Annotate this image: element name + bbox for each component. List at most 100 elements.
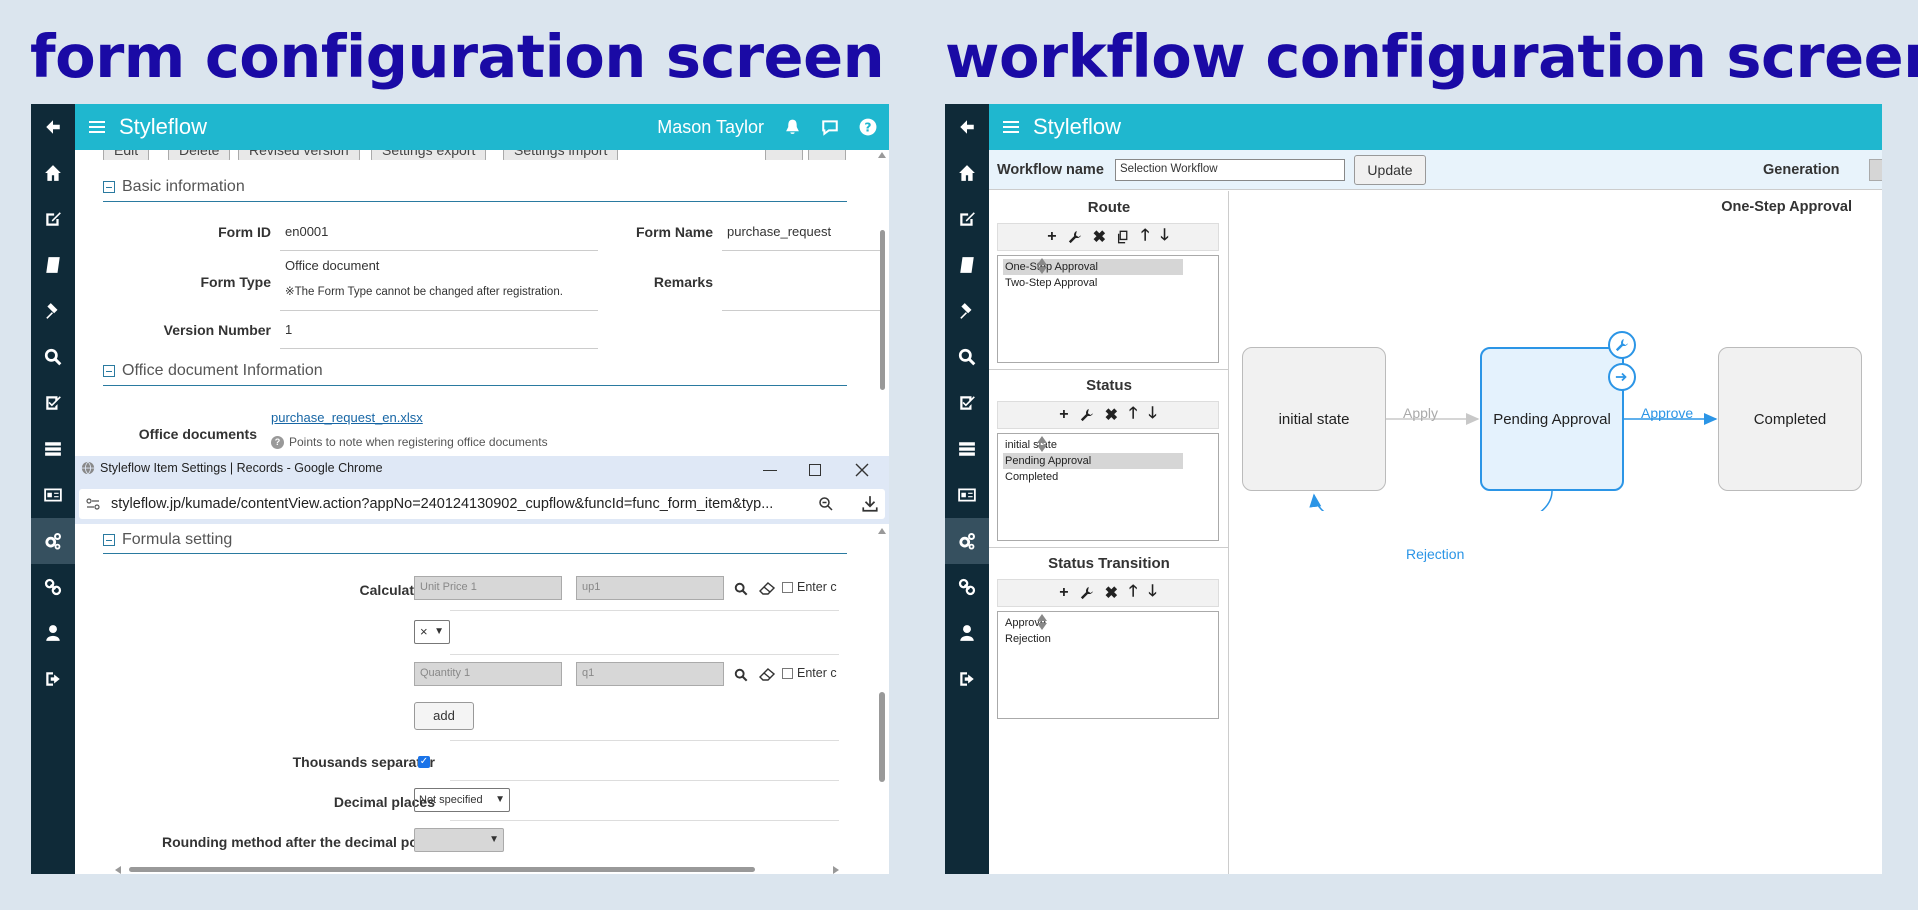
search-icon[interactable] [31, 334, 75, 380]
back-icon[interactable] [945, 104, 989, 150]
edge-label-approve[interactable]: Approve [1641, 405, 1693, 421]
node-pending-approval[interactable]: Pending Approval [1480, 347, 1624, 491]
operator-select[interactable]: × ▼ [414, 620, 450, 644]
scroll-thumb[interactable] [879, 692, 885, 782]
add-icon[interactable]: + [1059, 406, 1068, 424]
delete-icon[interactable]: ✖ [1105, 405, 1118, 425]
collapse-icon[interactable] [103, 364, 115, 377]
status-list[interactable]: initial state Pending Approval Completed [997, 433, 1219, 541]
server-icon[interactable] [945, 426, 989, 472]
decimal-select[interactable]: Not specified ▼ [414, 788, 510, 812]
id-card-icon[interactable] [31, 472, 75, 518]
back-icon[interactable] [31, 104, 75, 150]
enter-checkbox[interactable] [782, 581, 793, 593]
zoom-icon[interactable] [818, 496, 834, 512]
update-button[interactable]: Update [1354, 155, 1426, 185]
move-up-icon[interactable]: 🡑 [1141, 224, 1149, 251]
maximize-icon[interactable] [809, 464, 821, 476]
checklist-icon[interactable] [31, 380, 75, 426]
link-icon[interactable] [945, 564, 989, 610]
user-icon[interactable] [945, 610, 989, 656]
user-icon[interactable] [31, 610, 75, 656]
server-icon[interactable] [31, 426, 75, 472]
search-icon[interactable] [734, 582, 748, 596]
wrench-icon[interactable] [1080, 408, 1094, 422]
revised-version-button[interactable]: Revised version [238, 150, 360, 160]
delete-button[interactable]: Delete [168, 150, 231, 160]
gears-icon[interactable] [945, 518, 989, 564]
delete-icon[interactable]: ✖ [1105, 583, 1118, 603]
move-up-icon[interactable]: 🡑 [1129, 580, 1137, 607]
settings-import-button[interactable]: Settings import [503, 150, 619, 160]
enter-checkbox-row[interactable]: Enter c [782, 580, 872, 594]
copy-icon[interactable] [1117, 230, 1130, 244]
popup-hscrollbar[interactable] [115, 864, 839, 874]
gavel-icon[interactable] [31, 288, 75, 334]
office-doc-section[interactable]: Office document Information [103, 356, 847, 386]
calc2-name-field[interactable]: Quantity 1 [414, 662, 562, 686]
download-icon[interactable] [861, 495, 879, 513]
next-button[interactable] [808, 150, 846, 160]
site-settings-icon[interactable] [85, 496, 101, 512]
hscroll-thumb[interactable] [129, 867, 755, 872]
add-icon[interactable]: + [1047, 228, 1056, 246]
move-down-icon[interactable]: 🡓 [1148, 402, 1156, 429]
edit-icon[interactable] [31, 196, 75, 242]
edge-label-rejection[interactable]: Rejection [1406, 546, 1464, 562]
node-edit-button[interactable] [1608, 331, 1636, 359]
chat-icon[interactable] [821, 118, 839, 136]
add-button[interactable]: add [414, 702, 474, 730]
book-icon[interactable] [31, 242, 75, 288]
enter-checkbox[interactable] [782, 667, 793, 679]
info-icon[interactable]: ? [271, 435, 284, 449]
close-icon[interactable] [855, 463, 869, 477]
calc1-code-field[interactable]: up1 [576, 576, 724, 600]
formula-section[interactable]: Formula setting [103, 526, 847, 554]
eraser-icon[interactable] [759, 668, 775, 682]
user-name[interactable]: Mason Taylor [657, 117, 764, 138]
office-file-link[interactable]: purchase_request_en.xlsx [271, 410, 423, 425]
list-item[interactable]: Two-Step Approval [1003, 275, 1183, 291]
list-scrollbar[interactable] [1036, 614, 1216, 630]
enter-checkbox-row[interactable]: Enter c [782, 666, 872, 680]
logout-icon[interactable] [945, 656, 989, 702]
address-bar[interactable]: styleflow.jp/kumade/contentView.action?a… [79, 489, 885, 519]
rounding-select[interactable]: ▼ [414, 828, 504, 852]
rejection-arrow[interactable] [1309, 490, 1553, 511]
search-icon[interactable] [945, 334, 989, 380]
scroll-left-arrow[interactable] [115, 866, 121, 874]
node-connect-button[interactable] [1608, 363, 1636, 391]
help-icon[interactable]: ? [859, 118, 877, 136]
checklist-icon[interactable] [945, 380, 989, 426]
scroll-right-arrow[interactable] [833, 866, 839, 874]
logout-icon[interactable] [31, 656, 75, 702]
book-icon[interactable] [945, 242, 989, 288]
id-card-icon[interactable] [945, 472, 989, 518]
list-scrollbar[interactable] [1036, 436, 1216, 452]
edge-label-apply[interactable]: Apply [1403, 405, 1438, 421]
move-down-icon[interactable]: 🡓 [1160, 224, 1168, 251]
move-down-icon[interactable]: 🡓 [1148, 580, 1156, 607]
node-completed[interactable]: Completed [1718, 347, 1862, 491]
list-item[interactable]: Rejection [1003, 631, 1183, 647]
menu-icon[interactable] [1003, 118, 1019, 136]
wrench-icon[interactable] [1080, 586, 1094, 600]
collapse-icon[interactable] [103, 533, 115, 546]
basic-info-section[interactable]: Basic information [103, 172, 847, 202]
collapse-icon[interactable] [103, 180, 115, 193]
scroll-up-arrow[interactable] [878, 528, 886, 534]
list-item[interactable]: Pending Approval [1003, 453, 1183, 469]
main-scrollbar[interactable] [877, 150, 887, 450]
eraser-icon[interactable] [759, 582, 775, 596]
list-item[interactable]: Completed [1003, 469, 1183, 485]
add-icon[interactable]: + [1059, 584, 1068, 602]
thousands-checkbox[interactable]: ✓ [418, 756, 430, 768]
move-up-icon[interactable]: 🡑 [1129, 402, 1137, 429]
home-icon[interactable] [31, 150, 75, 196]
gavel-icon[interactable] [945, 288, 989, 334]
scroll-thumb[interactable] [880, 230, 885, 390]
menu-icon[interactable] [89, 118, 105, 136]
search-icon[interactable] [734, 668, 748, 682]
url-text[interactable]: styleflow.jp/kumade/contentView.action?a… [111, 496, 801, 512]
calc1-name-field[interactable]: Unit Price 1 [414, 576, 562, 600]
